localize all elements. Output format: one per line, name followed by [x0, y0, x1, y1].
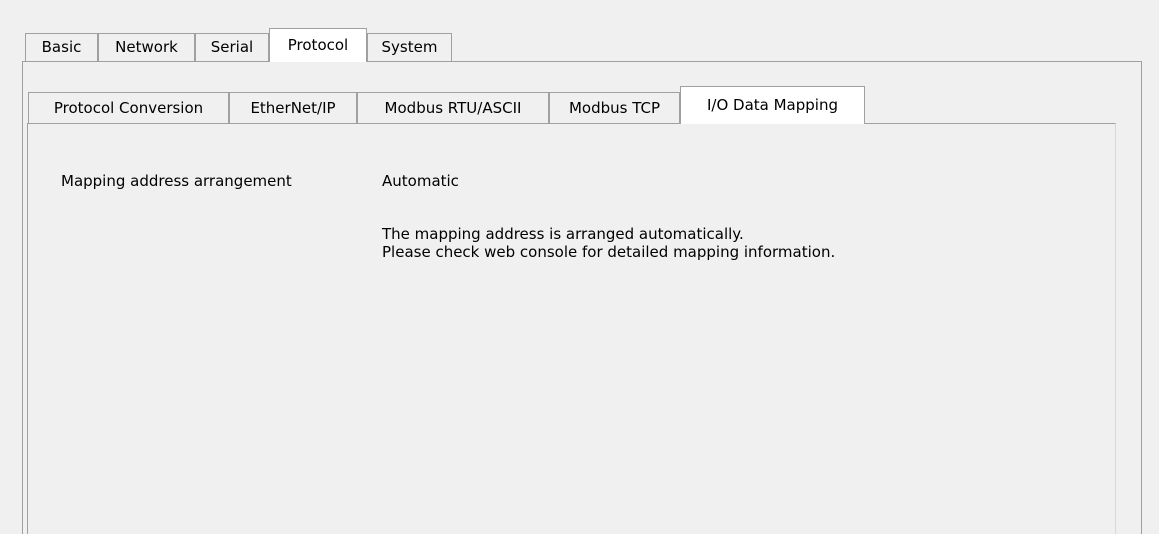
tab-serial[interactable]: Serial: [195, 33, 269, 61]
tab-protocol[interactable]: Protocol: [269, 28, 367, 62]
subtab-io-data-mapping[interactable]: I/O Data Mapping: [680, 86, 865, 124]
subtab-modbus-rtu-ascii[interactable]: Modbus RTU/ASCII: [357, 92, 549, 123]
tab-system[interactable]: System: [367, 33, 452, 61]
mapping-address-arrangement-label: Mapping address arrangement: [61, 172, 292, 190]
settings-window: Basic Network Serial Protocol System Pro…: [0, 0, 1159, 534]
mapping-address-arrangement-value: Automatic: [382, 172, 459, 190]
subtab-protocol-conversion[interactable]: Protocol Conversion: [28, 92, 229, 123]
mapping-description-line-2: Please check web console for detailed ma…: [382, 243, 836, 261]
subtab-modbus-tcp[interactable]: Modbus TCP: [549, 92, 680, 123]
tab-network[interactable]: Network: [98, 33, 195, 61]
subtab-ethernet-ip[interactable]: EtherNet/IP: [229, 92, 357, 123]
mapping-description-line-1: The mapping address is arranged automati…: [382, 225, 744, 243]
tab-basic[interactable]: Basic: [25, 33, 98, 61]
